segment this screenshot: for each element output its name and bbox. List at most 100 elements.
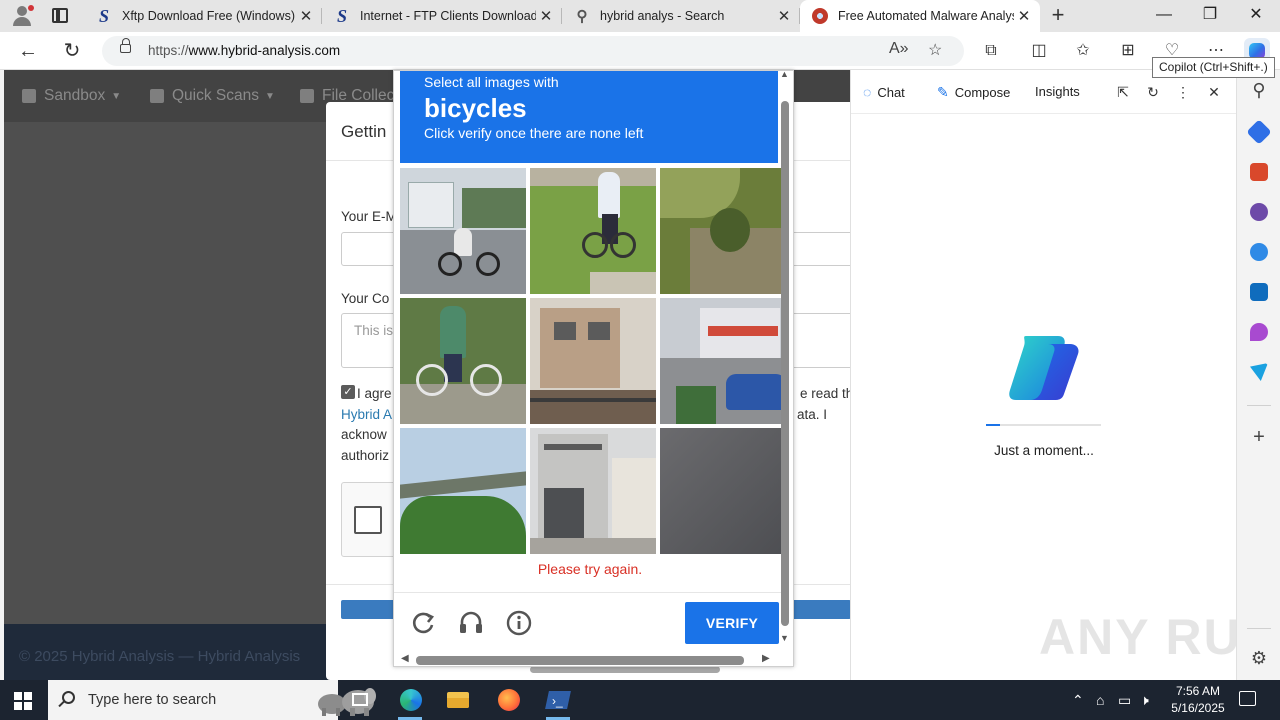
- captcha-tile[interactable]: [530, 298, 656, 424]
- search-placeholder: Type here to search: [88, 692, 217, 708]
- edge-sidebar: ⚲ + ⚙: [1236, 70, 1280, 680]
- toolbar: ← ↻ https://www.hybrid-analysis.com A» ☆…: [0, 32, 1280, 70]
- close-window-icon[interactable]: ✕: [1233, 0, 1279, 32]
- clock-time: 7:56 AM: [1175, 684, 1221, 698]
- tab-hybrid-analysis[interactable]: Free Automated Malware Analysi ✕: [800, 0, 1040, 32]
- tab-label: Insights: [1035, 84, 1080, 99]
- info-icon[interactable]: [504, 608, 534, 638]
- vertical-scrollbar[interactable]: [781, 101, 789, 626]
- agree-link[interactable]: Hybrid A: [341, 407, 392, 422]
- scroll-right-icon[interactable]: ▶: [762, 653, 770, 664]
- open-new-tab-icon[interactable]: ⇱: [1113, 82, 1133, 102]
- read-aloud-icon[interactable]: A»: [889, 40, 909, 58]
- agree-checkbox[interactable]: ✓: [341, 385, 355, 399]
- clock[interactable]: 7:56 AM 5/16/2025: [1160, 683, 1236, 717]
- back-icon[interactable]: ←: [16, 39, 40, 63]
- tab-insights[interactable]: Insights: [1035, 84, 1080, 99]
- split-screen-icon[interactable]: ◫: [1027, 39, 1051, 63]
- close-tab-icon[interactable]: ✕: [1014, 7, 1034, 25]
- captcha-tile[interactable]: [530, 168, 656, 294]
- address-bar[interactable]: https://www.hybrid-analysis.com A» ☆: [102, 36, 964, 66]
- verify-button[interactable]: VERIFY: [685, 602, 779, 644]
- firefox-icon[interactable]: [484, 680, 532, 720]
- tab-xftp[interactable]: S Xftp Download Free (Windows) - ✕: [84, 0, 322, 32]
- scroll-up-icon[interactable]: ▲: [780, 71, 789, 79]
- search-icon[interactable]: ⚲: [1237, 80, 1280, 101]
- s-icon: S: [98, 5, 109, 26]
- windows-start-icon[interactable]: [14, 692, 32, 710]
- favorites-icon[interactable]: ✩: [1071, 39, 1095, 63]
- captcha-tile[interactable]: [400, 428, 526, 554]
- volume-icon[interactable]: 🕨: [1140, 692, 1149, 709]
- scroll-left-icon[interactable]: ◀: [401, 653, 409, 664]
- outlook-icon[interactable]: [1250, 283, 1268, 301]
- tab-chat[interactable]: ◌ Chat: [863, 84, 905, 100]
- settings-gear-icon[interactable]: ⚙: [1237, 648, 1280, 669]
- close-tab-icon[interactable]: ✕: [536, 7, 556, 25]
- recaptcha-checkbox[interactable]: [354, 506, 382, 534]
- lock-icon[interactable]: [120, 38, 131, 53]
- reload-icon[interactable]: [408, 608, 438, 638]
- taskbar: Type here to search ›_ ⌃ ⌂ ▭ 🕨 7:56 AM 5…: [0, 680, 1280, 720]
- network-icon[interactable]: ▭: [1118, 692, 1131, 709]
- games-icon[interactable]: [1250, 203, 1268, 221]
- tab-search[interactable]: ⚲ hybrid analys - Search ✕: [562, 0, 800, 32]
- device-icon[interactable]: ⌂: [1096, 692, 1104, 708]
- captcha-tile[interactable]: [400, 168, 526, 294]
- tab-label: Compose: [954, 85, 1011, 100]
- captcha-tile[interactable]: [400, 298, 526, 424]
- divider: [1247, 628, 1271, 629]
- scroll-down-icon[interactable]: ▼: [780, 633, 789, 643]
- notifications-icon[interactable]: [1239, 691, 1256, 706]
- minimize-icon[interactable]: —: [1141, 0, 1187, 32]
- files-icon: [300, 89, 314, 103]
- nav-sandbox[interactable]: Sandbox ▼: [22, 87, 121, 105]
- show-hidden-icons-icon[interactable]: ⌃: [1072, 692, 1084, 709]
- url-text[interactable]: https://www.hybrid-analysis.com: [148, 43, 340, 58]
- microsoft-365-icon[interactable]: [1250, 243, 1268, 261]
- profile-icon[interactable]: [10, 5, 34, 27]
- refresh-icon[interactable]: ↻: [1143, 82, 1163, 102]
- page-scrollbar[interactable]: [530, 666, 720, 673]
- tab-actions-icon[interactable]: [52, 8, 68, 23]
- designer-icon[interactable]: [1250, 323, 1268, 341]
- file-explorer-icon[interactable]: [434, 680, 482, 720]
- captcha-tile[interactable]: [660, 428, 786, 554]
- footer-text: © 2025 Hybrid Analysis — Hybrid Analysis: [19, 648, 301, 665]
- tools-icon[interactable]: [1250, 163, 1268, 181]
- agree-text: I agre: [357, 386, 392, 401]
- add-icon[interactable]: +: [1237, 426, 1280, 449]
- extensions-icon[interactable]: ⧉: [979, 39, 1003, 63]
- taskbar-search[interactable]: Type here to search: [48, 680, 376, 720]
- task-view-icon[interactable]: [336, 680, 384, 720]
- collections-icon[interactable]: ⊞: [1116, 39, 1140, 63]
- close-tab-icon[interactable]: ✕: [296, 7, 316, 25]
- edge-taskbar-icon[interactable]: [386, 680, 434, 720]
- send-icon[interactable]: [1250, 363, 1268, 381]
- favorite-star-icon[interactable]: ☆: [928, 40, 942, 60]
- audio-challenge-icon[interactable]: [456, 608, 486, 638]
- captcha-tile[interactable]: [660, 168, 786, 294]
- nav-quick-scans[interactable]: Quick Scans ▼: [150, 87, 275, 105]
- more-options-icon[interactable]: ⋮: [1173, 82, 1193, 102]
- shopping-tag-icon[interactable]: [1246, 119, 1272, 145]
- captcha-tile[interactable]: [660, 298, 786, 424]
- powershell-icon[interactable]: ›_: [534, 680, 582, 720]
- tab-title: Internet - FTP Clients Downloads: [360, 9, 536, 23]
- refresh-icon[interactable]: ↻: [60, 39, 84, 63]
- close-panel-icon[interactable]: ✕: [1204, 82, 1224, 102]
- tab-compose[interactable]: ✎ Compose: [937, 84, 1010, 101]
- nav-label: Quick Scans: [172, 87, 260, 104]
- close-tab-icon[interactable]: ✕: [774, 7, 794, 25]
- tab-ftp-clients[interactable]: S Internet - FTP Clients Downloads ✕: [322, 0, 562, 32]
- search-icon: ⚲: [576, 8, 588, 25]
- horizontal-scrollbar[interactable]: [416, 656, 744, 665]
- tab-title: hybrid analys - Search: [600, 9, 725, 23]
- restore-icon[interactable]: ❐: [1187, 0, 1233, 32]
- nav-label: Sandbox: [44, 87, 106, 104]
- captcha-tile[interactable]: [530, 428, 656, 554]
- hybrid-analysis-icon: [812, 8, 828, 24]
- cube-icon: [22, 89, 36, 103]
- agree-text: authoriz: [341, 448, 390, 463]
- new-tab-icon[interactable]: +: [1046, 4, 1070, 28]
